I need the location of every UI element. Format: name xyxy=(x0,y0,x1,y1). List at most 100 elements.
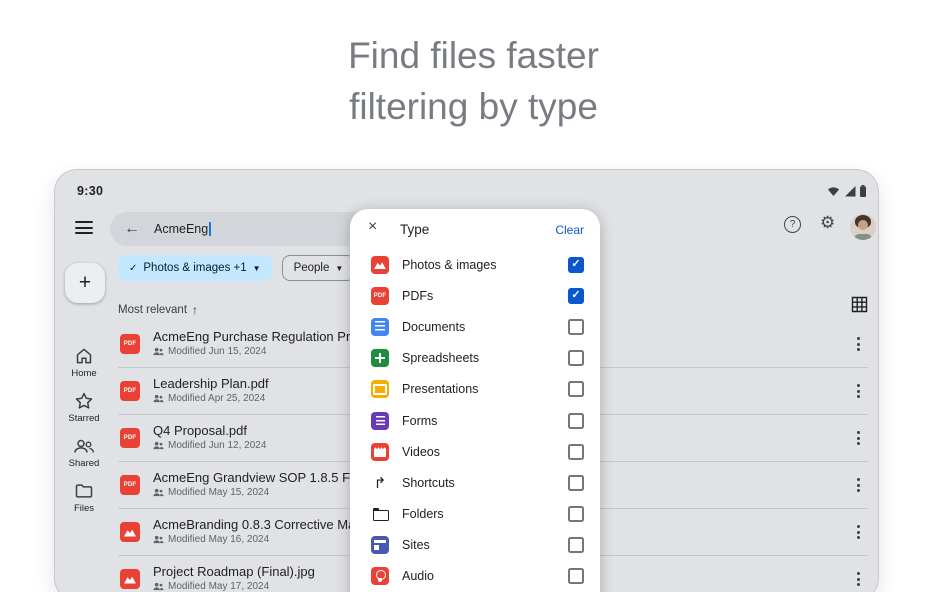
close-icon[interactable]: × xyxy=(368,219,377,235)
star-icon xyxy=(74,391,94,411)
file-meta: Modified Jun 12, 2024 xyxy=(153,440,266,451)
filter-option-label: Sites xyxy=(402,538,430,552)
gear-icon[interactable]: ⚙ xyxy=(820,214,835,231)
sort-button[interactable]: Most relevant ↑ xyxy=(118,303,198,317)
text-cursor xyxy=(209,222,211,236)
sort-label: Most relevant xyxy=(118,304,187,316)
filter-checkbox[interactable] xyxy=(568,475,584,491)
filter-option-row[interactable]: Shortcuts xyxy=(350,467,600,498)
back-arrow-icon[interactable]: ← xyxy=(124,220,140,238)
shared-people-icon xyxy=(153,488,164,497)
filter-option-row[interactable]: PDFs xyxy=(350,280,600,311)
file-meta: Modified Jun 15, 2024 xyxy=(153,346,266,357)
headline-line-2: filtering by type xyxy=(0,81,947,132)
tablet-screen: 9:30 ← AcmeEng ? ⚙ ✓ Photos & images +1 … xyxy=(55,170,878,592)
check-icon: ✓ xyxy=(129,263,137,274)
file-type-icon xyxy=(120,522,140,542)
sidebar-item-shared[interactable]: Shared xyxy=(62,436,106,481)
grid-icon xyxy=(851,296,868,313)
folder-icon xyxy=(74,481,94,501)
chip-photos-images[interactable]: ✓ Photos & images +1 ▼ xyxy=(118,255,272,281)
sidebar-item-label: Files xyxy=(74,503,94,514)
filter-option-row[interactable]: Videos xyxy=(350,436,600,467)
filter-panel-title: Type xyxy=(400,222,429,237)
sort-arrow-icon: ↑ xyxy=(192,303,198,317)
filter-option-list: Photos & images PDFs Documents Spreadshe… xyxy=(350,249,600,592)
filter-checkbox[interactable] xyxy=(568,257,584,273)
status-icons xyxy=(827,185,866,197)
more-options-button[interactable] xyxy=(851,335,865,353)
filter-option-label: Folders xyxy=(402,507,444,521)
filter-option-label: Videos xyxy=(402,445,440,459)
clear-button[interactable]: Clear xyxy=(555,223,584,237)
filter-checkbox[interactable] xyxy=(568,413,584,429)
file-meta-text: Modified May 17, 2024 xyxy=(168,581,269,592)
more-options-button[interactable] xyxy=(851,476,865,494)
filter-type-icon xyxy=(371,380,389,398)
more-options-button[interactable] xyxy=(851,382,865,400)
file-meta: Modified Apr 25, 2024 xyxy=(153,393,265,404)
filter-type-icon xyxy=(371,567,389,585)
chip-people[interactable]: People ▼ xyxy=(282,255,356,281)
filter-checkbox[interactable] xyxy=(568,381,584,397)
more-options-button[interactable] xyxy=(851,523,865,541)
sidebar-nav: Home Starred Shared Files xyxy=(62,346,106,526)
help-icon[interactable]: ? xyxy=(784,216,801,233)
shared-people-icon xyxy=(153,535,164,544)
home-icon xyxy=(74,346,94,366)
sidebar-item-starred[interactable]: Starred xyxy=(62,391,106,436)
filter-option-row[interactable]: Presentations xyxy=(350,374,600,405)
filter-checkbox[interactable] xyxy=(568,444,584,460)
file-meta: Modified May 15, 2024 xyxy=(153,487,269,498)
headline-line-1: Find files faster xyxy=(0,30,947,81)
shared-people-icon xyxy=(153,394,164,403)
filter-type-icon xyxy=(371,443,389,461)
filter-type-icon xyxy=(371,474,389,492)
chevron-down-icon: ▼ xyxy=(335,264,343,273)
filter-checkbox[interactable] xyxy=(568,288,584,304)
avatar[interactable] xyxy=(850,214,876,240)
filter-checkbox[interactable] xyxy=(568,506,584,522)
filter-checkbox[interactable] xyxy=(568,350,584,366)
filter-type-icon xyxy=(371,412,389,430)
filter-panel-header: × Type Clear xyxy=(350,209,600,251)
file-meta-text: Modified Apr 25, 2024 xyxy=(168,393,265,404)
filter-type-icon xyxy=(371,536,389,554)
more-options-button[interactable] xyxy=(851,429,865,447)
signal-icon xyxy=(844,186,856,197)
filter-option-label: Audio xyxy=(402,569,434,583)
file-meta-text: Modified May 16, 2024 xyxy=(168,534,269,545)
sidebar-item-home[interactable]: Home xyxy=(62,346,106,391)
menu-icon[interactable] xyxy=(75,221,93,234)
filter-option-row[interactable]: Documents xyxy=(350,311,600,342)
filter-option-row[interactable]: Spreadsheets xyxy=(350,343,600,374)
filter-checkbox[interactable] xyxy=(568,537,584,553)
filter-option-label: Photos & images xyxy=(402,258,497,272)
filter-checkbox[interactable] xyxy=(568,319,584,335)
filter-option-row[interactable]: Photos & images xyxy=(350,249,600,280)
filter-type-icon xyxy=(371,505,389,523)
sidebar-item-label: Starred xyxy=(68,413,99,424)
file-type-icon xyxy=(120,475,140,495)
shared-people-icon xyxy=(153,347,164,356)
grid-view-button[interactable] xyxy=(851,296,868,318)
sidebar-item-files[interactable]: Files xyxy=(62,481,106,526)
marketing-headline: Find files faster filtering by type xyxy=(0,30,947,132)
new-file-button[interactable]: + xyxy=(65,263,105,303)
status-time: 9:30 xyxy=(77,184,103,198)
filter-checkbox[interactable] xyxy=(568,568,584,584)
file-name: Project Roadmap (Final).jpg xyxy=(153,564,315,579)
filter-type-icon xyxy=(371,318,389,336)
file-meta-text: Modified Jun 12, 2024 xyxy=(168,440,266,451)
filter-option-row[interactable]: Forms xyxy=(350,405,600,436)
filter-option-row[interactable]: Audio xyxy=(350,561,600,592)
battery-icon xyxy=(860,185,866,197)
more-options-button[interactable] xyxy=(851,570,865,588)
filter-option-label: PDFs xyxy=(402,289,433,303)
chevron-down-icon: ▼ xyxy=(253,264,261,273)
filter-option-row[interactable]: Sites xyxy=(350,530,600,561)
filter-option-label: Forms xyxy=(402,414,437,428)
filter-type-icon xyxy=(371,256,389,274)
file-meta-text: Modified May 15, 2024 xyxy=(168,487,269,498)
filter-option-row[interactable]: Folders xyxy=(350,499,600,530)
